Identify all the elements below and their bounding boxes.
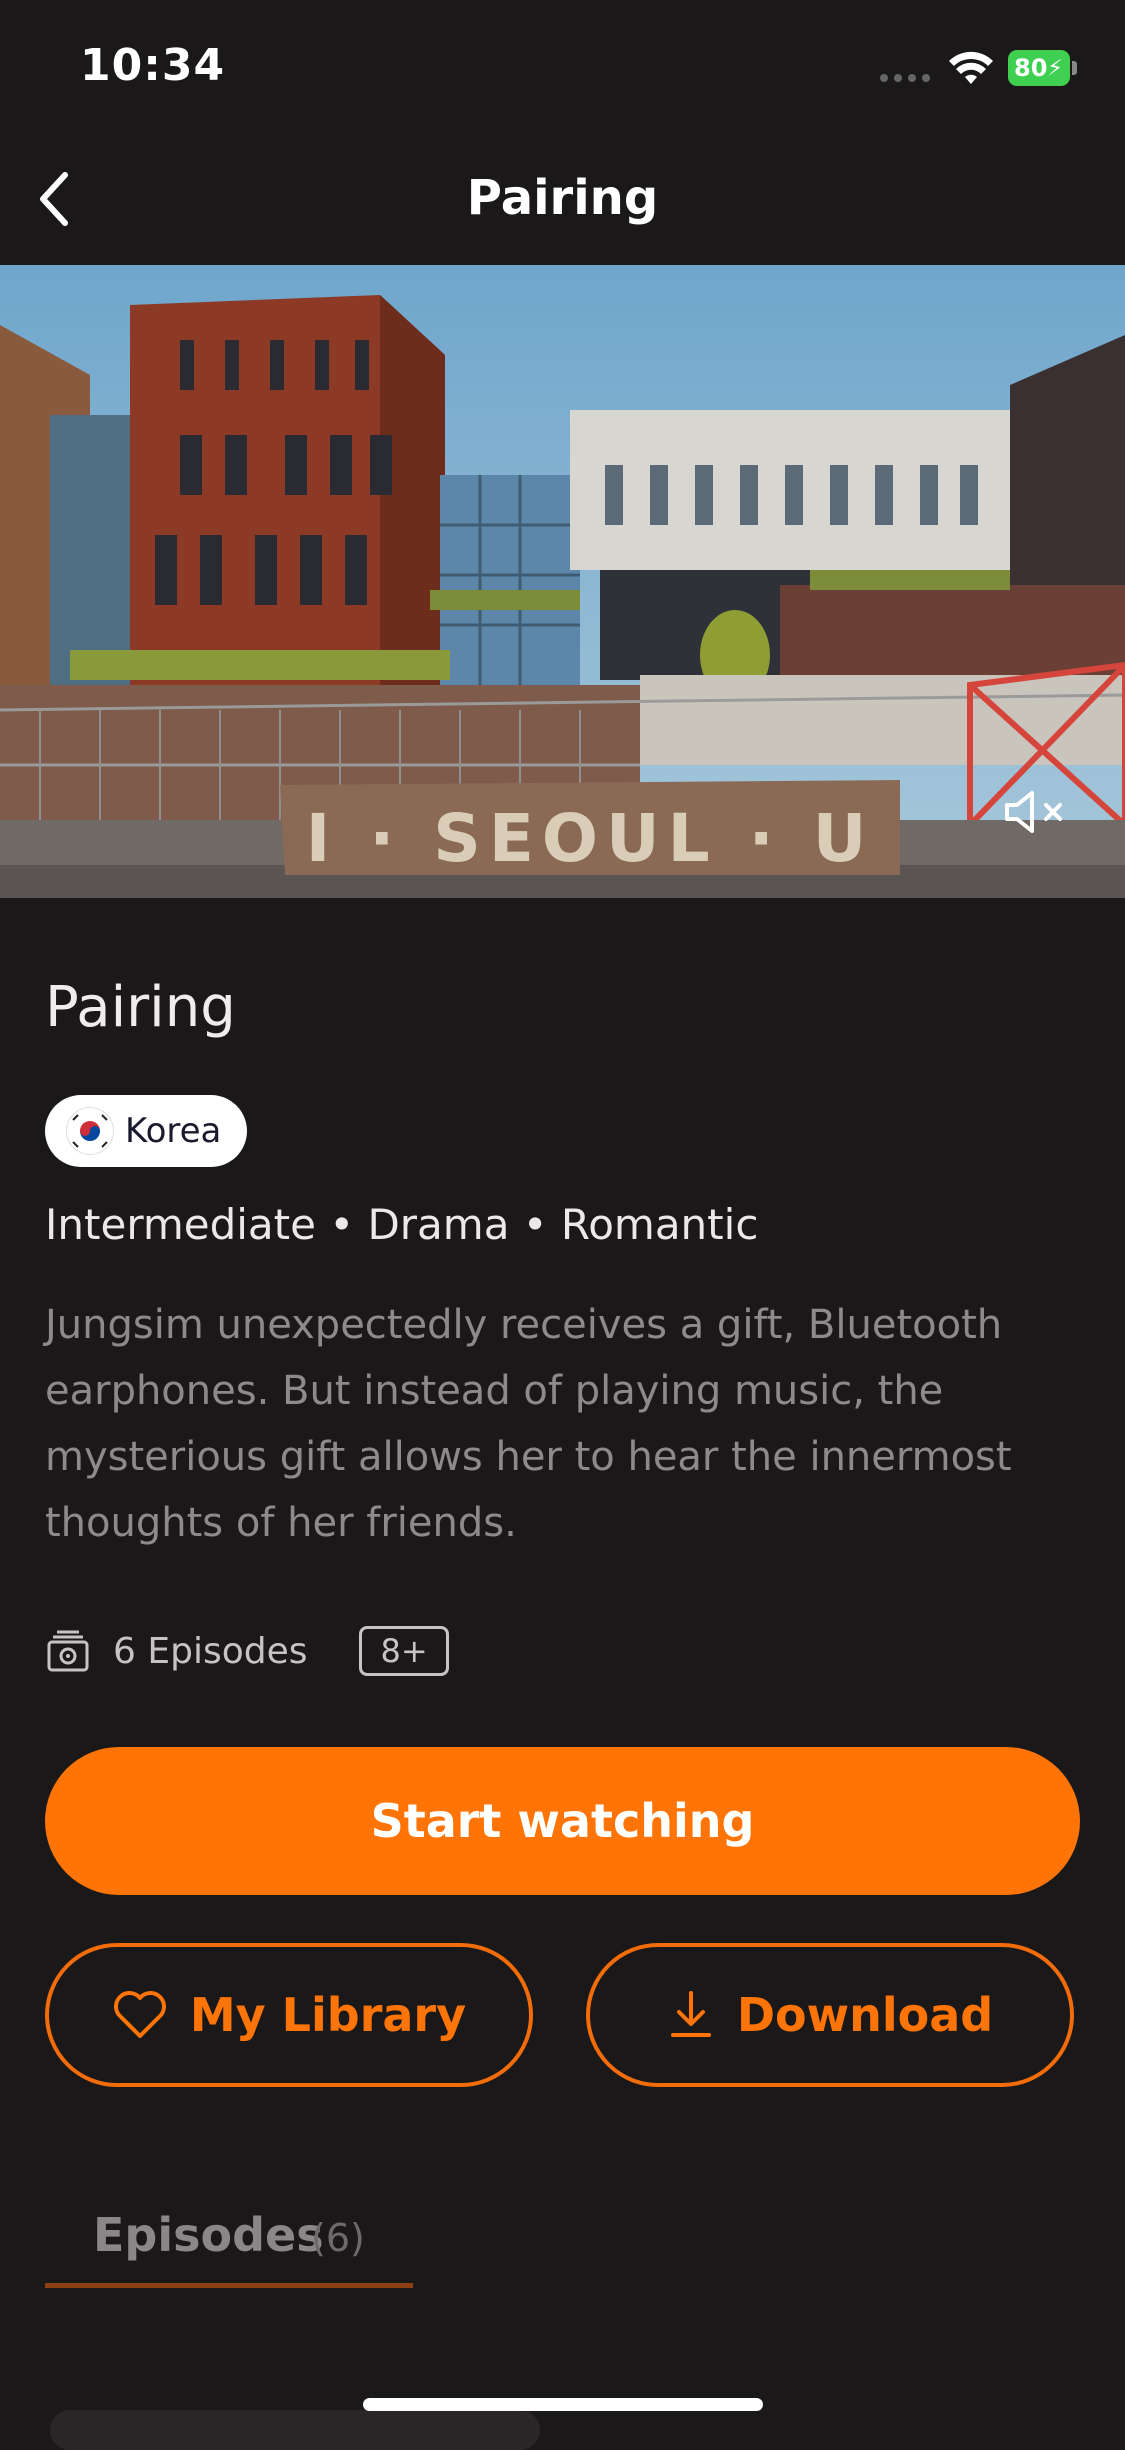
tab-episodes-label: Episodes (93, 2208, 324, 2262)
battery-level: 80 (1014, 54, 1048, 82)
hero-video[interactable]: I · SEOUL · U (0, 265, 1125, 898)
download-icon (670, 1991, 711, 2037)
status-time: 10:34 (80, 40, 226, 91)
my-library-button[interactable]: My Library (45, 1943, 533, 2087)
speaker-muted-icon (1005, 791, 1062, 833)
genre-tags: Intermediate • Drama • Romantic (45, 1200, 759, 1249)
show-description: Jungsim unexpectedly receives a gift, Bl… (45, 1302, 1012, 1546)
download-label: Download (736, 1988, 994, 2042)
episode-card-peek (50, 2410, 540, 2450)
hero-image: I · SEOUL · U (0, 265, 1125, 898)
hero-sign-text: I · SEOUL · U (306, 800, 875, 877)
heart-icon (113, 1991, 166, 2038)
tab-episodes-count: (6) (311, 2216, 365, 2260)
episodes-stack-icon (47, 1630, 89, 1672)
status-bar: 10:34 80 ⚡ (0, 0, 1125, 140)
cellular-signal-icon (880, 74, 930, 82)
age-rating-badge: 8+ (359, 1626, 449, 1676)
episodes-count: 6 Episodes (113, 1630, 308, 1672)
show-meta: 6 Episodes 8+ (45, 1625, 449, 1677)
country-label: Korea (125, 1111, 222, 1151)
tab-episodes[interactable]: Episodes (6) (45, 2200, 413, 2288)
wifi-icon (949, 51, 993, 84)
my-library-label: My Library (189, 1988, 467, 2042)
show-title: Pairing (45, 975, 236, 1040)
country-badge: Korea (45, 1095, 248, 1167)
nav-title: Pairing (466, 170, 659, 226)
home-indicator[interactable] (363, 2398, 763, 2411)
nav-bar: Pairing (0, 140, 1125, 265)
battery-icon: 80 ⚡ (1008, 50, 1078, 86)
korea-flag-icon (67, 1108, 113, 1154)
mute-button[interactable] (995, 772, 1075, 852)
start-watching-button[interactable]: Start watching (45, 1747, 1080, 1895)
download-button[interactable]: Download (586, 1943, 1074, 2087)
